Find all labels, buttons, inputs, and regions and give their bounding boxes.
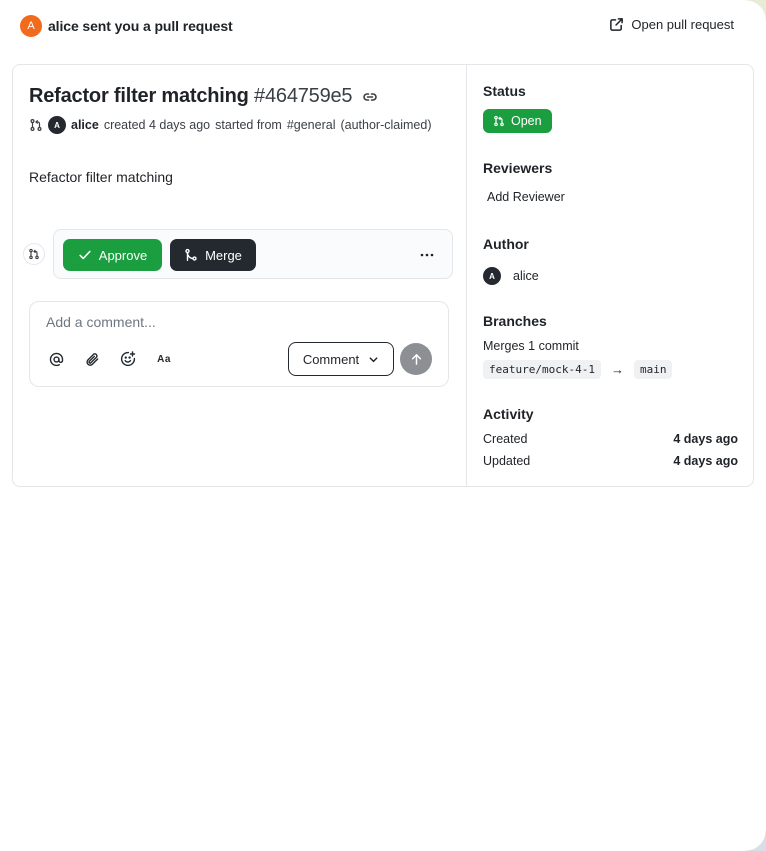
window-corner-decoration (746, 831, 766, 851)
pull-request-card: Refactor filter matching #464759e5 A ali… (12, 64, 754, 487)
pr-number: #464759e5 (254, 85, 353, 107)
author-name[interactable]: alice (71, 118, 99, 132)
created-text: created 4 days ago (103, 118, 211, 132)
source-branch: feature/mock-4-1 (483, 360, 601, 379)
chevron-down-icon (369, 356, 378, 362)
activity-row: Created 4 days ago (483, 432, 738, 446)
open-pull-request-label: Open pull request (631, 17, 734, 32)
activity-label: Created (483, 432, 528, 446)
emoji-add-icon (120, 351, 136, 367)
approve-button[interactable]: Approve (63, 239, 162, 271)
reviewers-heading: Reviewers (483, 160, 553, 176)
link-icon[interactable] (362, 89, 378, 105)
notification-bar: A alice sent you a pull request Open pul… (0, 0, 766, 52)
timeline-marker (23, 243, 45, 265)
status-value: Open (511, 114, 542, 128)
pull-request-sidebar: Status Open Reviewers Add Reviewer Autho… (466, 65, 753, 486)
merge-summary: Merges 1 commit (483, 339, 579, 353)
page-title: Refactor filter matching #464759e5 (29, 85, 353, 108)
status-badge: Open (483, 109, 552, 133)
arrow-up-icon (411, 353, 421, 365)
avatar: A (20, 15, 42, 37)
notification-summary: A alice sent you a pull request (20, 15, 233, 37)
pr-meta: A alice created 4 days ago started from … (29, 116, 432, 134)
approve-label: Approve (98, 247, 148, 263)
comment-toolbar: Aa (46, 349, 174, 369)
pull-request-icon (494, 115, 504, 127)
comment-input[interactable] (46, 312, 426, 332)
more-horizontal-icon (420, 253, 434, 257)
more-actions-button[interactable] (416, 245, 438, 265)
paperclip-icon (85, 352, 98, 366)
author-row: A alice (483, 267, 539, 285)
at-sign-icon (49, 352, 63, 366)
comment-submit-label: Comment (302, 351, 360, 367)
pull-request-icon (29, 248, 39, 260)
branches-heading: Branches (483, 313, 547, 329)
branch-row: feature/mock-4-1 → main (483, 360, 673, 379)
channel-link[interactable]: #general (287, 118, 336, 132)
merge-button[interactable]: Merge (170, 239, 256, 271)
pr-description: Refactor filter matching (29, 169, 173, 185)
target-branch: main (633, 360, 673, 379)
pull-request-icon (30, 119, 42, 131)
emoji-button[interactable] (118, 349, 138, 369)
activity-row: Updated 4 days ago (483, 454, 738, 468)
activity-heading: Activity (483, 406, 534, 422)
pr-title: Refactor filter matching (29, 85, 249, 107)
merge-label: Merge (205, 247, 242, 263)
open-pull-request-link[interactable]: Open pull request (609, 17, 734, 32)
author-heading: Author (483, 236, 529, 252)
mention-button[interactable] (46, 349, 66, 369)
branch-arrow: → (610, 362, 624, 377)
avatar: A (483, 267, 501, 285)
activity-value: 4 days ago (673, 454, 738, 468)
external-link-icon (610, 18, 624, 31)
check-icon (79, 250, 91, 260)
status-heading: Status (483, 83, 526, 99)
claim-text: (author-claimed) (340, 118, 432, 132)
merge-actions: Approve Merge (53, 229, 453, 279)
attach-button[interactable] (82, 349, 102, 369)
avatar: A (48, 116, 66, 134)
started-text: started from (215, 118, 282, 132)
author-name[interactable]: alice (513, 269, 539, 283)
add-reviewer-button[interactable]: Add Reviewer (487, 190, 565, 204)
pull-request-main: Refactor filter matching #464759e5 A ali… (13, 65, 466, 486)
activity-value: 4 days ago (673, 432, 738, 446)
comment-composer: Aa Comment (29, 301, 449, 387)
send-button[interactable] (400, 343, 432, 375)
merge-icon (185, 248, 197, 261)
activity-label: Updated (483, 454, 531, 468)
title-row: Refactor filter matching #464759e5 (29, 85, 378, 108)
notification-text: alice sent you a pull request (48, 18, 233, 34)
format-button[interactable]: Aa (154, 349, 174, 369)
comment-submit-button[interactable]: Comment (288, 342, 394, 376)
